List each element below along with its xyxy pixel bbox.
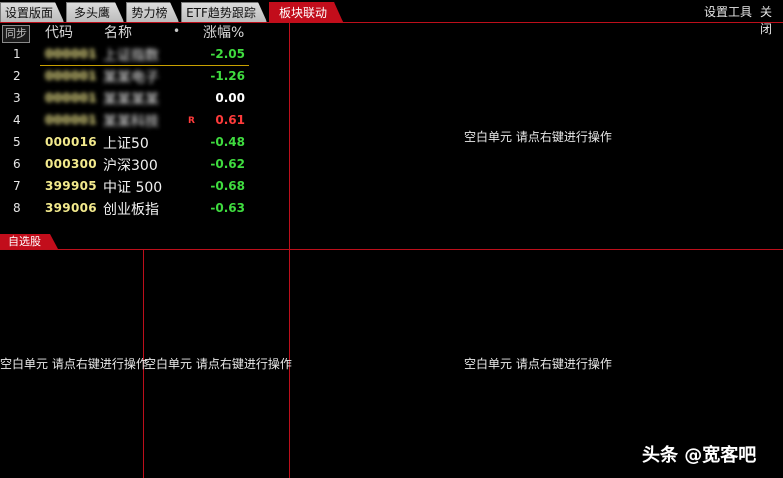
row-index: 4: [13, 113, 21, 127]
table-row[interactable]: 8 399006 创业板指 -0.63: [0, 198, 288, 220]
empty-pane-bottom-right[interactable]: 空白单元 请点右键进行操作: [464, 355, 612, 372]
pane-divider-horizontal[interactable]: [0, 249, 783, 250]
tab-power-rank[interactable]: 势力榜: [126, 2, 179, 22]
row-code: 399905: [45, 179, 97, 193]
table-row[interactable]: 6 000300 沪深300 -0.62: [0, 154, 288, 176]
tab-watchlist[interactable]: 自选股: [0, 234, 58, 249]
table-row[interactable]: 2 000001 某某电子 -1.26: [0, 66, 288, 88]
row-name: 中证 500: [103, 180, 163, 196]
row-name: 上证50: [103, 136, 149, 152]
row-name: 某某某某: [103, 92, 159, 108]
top-tab-bar: 设置版面 多头鹰 势力榜 ETF趋势跟踪 板块联动 设置工具 关闭: [0, 0, 783, 36]
row-index: 1: [13, 47, 21, 61]
table-row[interactable]: 5 000016 上证50 -0.48: [0, 132, 288, 154]
row-index: 2: [13, 69, 21, 83]
row-code: 399006: [45, 201, 97, 215]
empty-pane-bottom-left[interactable]: 空白单元 请点右键进行操作: [0, 355, 148, 372]
empty-pane-bottom-mid[interactable]: 空白单元 请点右键进行操作: [144, 355, 292, 372]
sync-button[interactable]: 同步: [2, 25, 30, 43]
tab-etf-trend[interactable]: ETF趋势跟踪: [181, 2, 267, 22]
table-row[interactable]: 4 000001 某某科技 R 0.61: [0, 110, 288, 132]
row-name: 某某电子: [103, 70, 159, 86]
pane-divider-vertical[interactable]: [289, 23, 290, 478]
row-code: 000016: [45, 135, 97, 149]
settings-tool-button[interactable]: 设置工具: [704, 3, 752, 20]
row-code: 000001: [45, 47, 97, 61]
tab-bull-eagle[interactable]: 多头鹰: [66, 2, 124, 22]
column-header-code[interactable]: 代码: [45, 22, 73, 42]
row-change-percent: -0.48: [210, 135, 245, 149]
row-code: 000001: [45, 91, 97, 105]
row-index: 8: [13, 201, 21, 215]
row-change-percent: 0.00: [215, 91, 245, 105]
row-name: 创业板指: [103, 202, 159, 218]
row-index: 5: [13, 135, 21, 149]
row-change-percent: -0.68: [210, 179, 245, 193]
row-index: 6: [13, 157, 21, 171]
row-change-percent: -1.26: [210, 69, 245, 83]
table-row[interactable]: 7 399905 中证 500 -0.68: [0, 176, 288, 198]
row-change-percent: -2.05: [210, 47, 245, 61]
selected-row-underline: [40, 65, 249, 66]
row-flag-badge: R: [188, 116, 195, 126]
table-row[interactable]: 3 000001 某某某某 0.00: [0, 88, 288, 110]
row-change-percent: 0.61: [215, 113, 245, 127]
row-code: 000001: [45, 113, 97, 127]
row-name: 某某科技: [103, 114, 159, 130]
column-header-change[interactable]: 涨幅%: [203, 22, 244, 42]
row-index: 7: [13, 179, 21, 193]
empty-pane-top-right[interactable]: 空白单元 请点右键进行操作: [464, 128, 612, 145]
row-change-percent: -0.62: [210, 157, 245, 171]
row-code: 000300: [45, 157, 97, 171]
tab-layout-settings[interactable]: 设置版面: [0, 2, 64, 22]
column-header-dot: •: [173, 24, 181, 38]
close-button[interactable]: 关闭: [760, 3, 783, 37]
row-name: 沪深300: [103, 158, 158, 174]
table-row[interactable]: 1 000001 上证指数 -2.05: [0, 44, 288, 66]
row-code: 000001: [45, 69, 97, 83]
row-change-percent: -0.63: [210, 201, 245, 215]
row-name: 上证指数: [103, 48, 159, 64]
row-index: 3: [13, 91, 21, 105]
watermark-text: 头条 @宽客吧: [642, 445, 757, 466]
tab-sector-linkage[interactable]: 板块联动: [269, 2, 343, 22]
column-header-name[interactable]: 名称: [104, 22, 132, 42]
